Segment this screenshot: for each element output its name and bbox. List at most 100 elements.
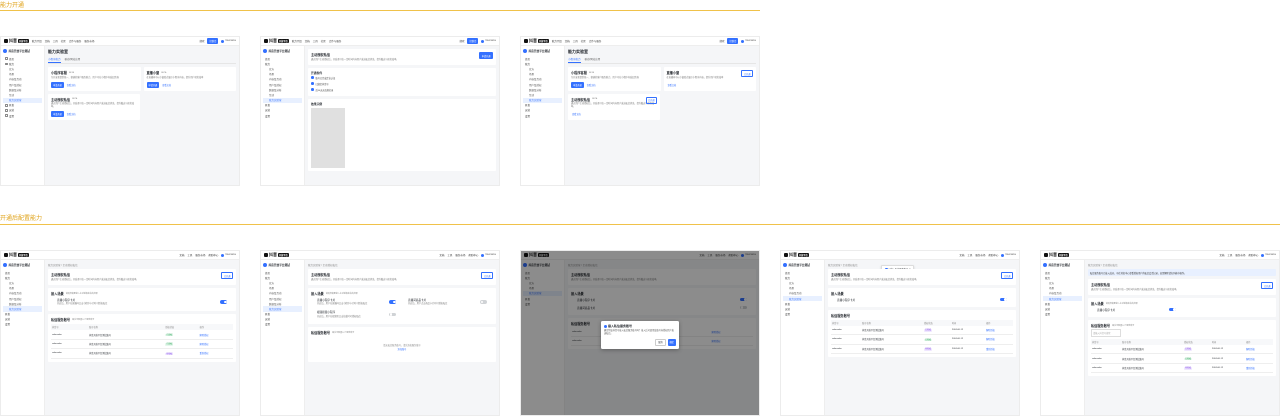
row-action-link[interactable]: 解除授权 [1245,353,1273,364]
sidebar-item-settings[interactable]: 设置 [263,322,302,327]
section-divider [0,10,760,11]
apply-button[interactable]: 申请开通 [479,52,493,59]
platform-logo[interactable]: 抖音 开放平台 [4,38,29,44]
nav-item[interactable]: 合作与服务 [69,39,82,43]
nav-item[interactable]: 工具 [313,39,318,43]
search-link[interactable]: 搜索 [459,39,464,43]
nav-item[interactable]: 工具 [1227,253,1232,257]
confirm-button[interactable]: 确定 [667,338,676,347]
nav-item[interactable]: 合作与服务 [589,39,602,43]
scene-toggle[interactable] [220,300,227,304]
check-icon [311,88,314,91]
nav-item[interactable]: 帮助中心 [1248,253,1258,257]
sidebar-item-settings[interactable]: 设置 [263,113,302,118]
nav-item[interactable]: 服务市场 [975,253,985,257]
tab-miniapp[interactable]: 小程序能力 [568,57,581,63]
sidebar-item-settings[interactable]: 设置 [3,113,42,118]
nav-item[interactable]: 服务市场 [84,39,94,43]
platform-logo[interactable]: 抖音 开放平台 [1044,252,1069,258]
row-action-link[interactable]: 重新授权 [198,348,233,359]
user-menu[interactable]: Username [221,253,236,257]
platform-logo[interactable]: 抖音 开放平台 [4,252,29,258]
nav-item[interactable]: 文档 [959,253,964,257]
sidebar-item-settings[interactable]: 设置 [523,113,562,118]
tab-mobile-web[interactable]: 移动/网站应用 [65,57,81,63]
nav-item[interactable]: 能力介绍 [292,39,302,43]
nav-item[interactable]: 文档 [179,253,184,257]
cancel-button[interactable]: 取消 [655,338,666,347]
tab-mobile-web[interactable]: 移动/网站应用 [585,57,601,63]
row-action-link[interactable]: 重新授权 [1245,363,1273,374]
search-link[interactable]: 搜索 [199,39,204,43]
nav-item[interactable]: 能力介绍 [32,39,42,43]
nav-item[interactable]: 服务市场 [1235,253,1245,257]
nav-item[interactable]: 社区 [61,39,66,43]
scene-toggle[interactable] [480,300,487,304]
docs-link[interactable]: 查看文档 [66,82,77,88]
apply-button[interactable]: 申请开通 [571,81,584,88]
scene-toggle[interactable] [389,312,396,316]
accounts-table: 抖音号 账号名称 授权状态 操作 rakesmba 抖音开放平台测试账号 已授权 解除授权 … [51,324,233,359]
sidebar-item-settings[interactable]: 设置 [3,322,42,327]
tab-miniapp[interactable]: 小程序能力 [48,57,61,63]
status-badge: 已授权 [1184,357,1193,361]
user-menu[interactable]: Username [481,39,496,43]
code-icon [5,104,8,107]
search-link[interactable]: 搜索 [719,39,724,43]
nav-item[interactable]: 帮助中心 [988,253,998,257]
user-menu[interactable]: Username [481,253,496,257]
nav-item[interactable]: 工具 [573,39,578,43]
scene-toggle[interactable] [1169,307,1176,312]
docs-link[interactable]: 查看文档 [66,111,77,117]
platform-logo[interactable]: 抖音 开放平台 [524,38,549,44]
nav-item[interactable]: 工具 [447,253,452,257]
console-button[interactable]: 控制台 [207,38,219,44]
user-menu[interactable]: Username [1261,253,1276,257]
nav-item[interactable]: 服务市场 [455,253,465,257]
avatar [1001,253,1005,257]
row-action-link[interactable]: 解除授权 [198,339,233,350]
apply-button[interactable]: 申请开通 [51,81,64,88]
nav-item[interactable]: 帮助中心 [468,253,478,257]
console-button[interactable]: 控制台 [467,38,479,44]
sidebar-item-settings[interactable]: 设置 [783,312,822,317]
add-account-link[interactable]: 添加账号 [311,347,493,351]
docs-link[interactable]: 查看文档 [667,82,678,88]
scene-toggle[interactable] [389,300,396,304]
platform-logo[interactable]: 抖音 开放平台 [264,38,289,44]
row-action-link[interactable]: 解除授权 [1245,344,1273,355]
apply-button[interactable]: 申请开通 [146,81,160,88]
scene-toggle[interactable] [1000,297,1007,302]
search-input[interactable]: 请输入抖音号搜索 [1091,329,1121,337]
row-action-link[interactable]: 解除授权 [198,330,233,340]
row-action-link[interactable]: 解除授权 [985,325,1013,336]
nav-item[interactable]: 文档 [1219,253,1224,257]
nav-item[interactable]: 工具 [187,253,192,257]
nav-item[interactable]: 文档 [45,39,50,43]
user-menu[interactable]: Username [741,39,756,43]
nav-item[interactable]: 文档 [305,39,310,43]
platform-logo[interactable]: 抖音 开放平台 [784,252,809,258]
nav-item[interactable]: 能力介绍 [552,39,562,43]
nav-item[interactable]: 社区 [581,39,586,43]
row-action-link[interactable]: 解除授权 [985,334,1013,345]
nav-item[interactable]: 工具 [967,253,972,257]
nav-item[interactable]: 文档 [565,39,570,43]
user-menu[interactable]: Username [1001,253,1016,257]
nav-item[interactable]: 文档 [439,253,444,257]
user-menu[interactable]: Username [221,39,236,43]
nav-item[interactable]: 帮助中心 [208,253,218,257]
row-action-link[interactable]: 重新授权 [985,344,1013,355]
docs-link[interactable]: 查看文档 [571,111,582,117]
console-button[interactable]: 控制台 [727,38,739,44]
nav-item[interactable]: 工具 [53,39,58,43]
nav-item[interactable]: 服务市场 [195,253,205,257]
sidebar-item-settings[interactable]: 设置 [1043,312,1082,317]
docs-link[interactable]: 查看文档 [586,82,597,88]
platform-logo[interactable]: 抖音 开放平台 [264,252,289,258]
nav-item[interactable]: 社区 [321,39,326,43]
apply-button[interactable]: 申请开通 [51,111,64,117]
docs-link[interactable]: 查看文档 [161,82,172,88]
ability-card: 已开通 主动授权私信 BETA 通过用户主动授权后，开发者可在一定时间内向用户发送… [568,93,661,120]
nav-item[interactable]: 合作与服务 [329,39,342,43]
